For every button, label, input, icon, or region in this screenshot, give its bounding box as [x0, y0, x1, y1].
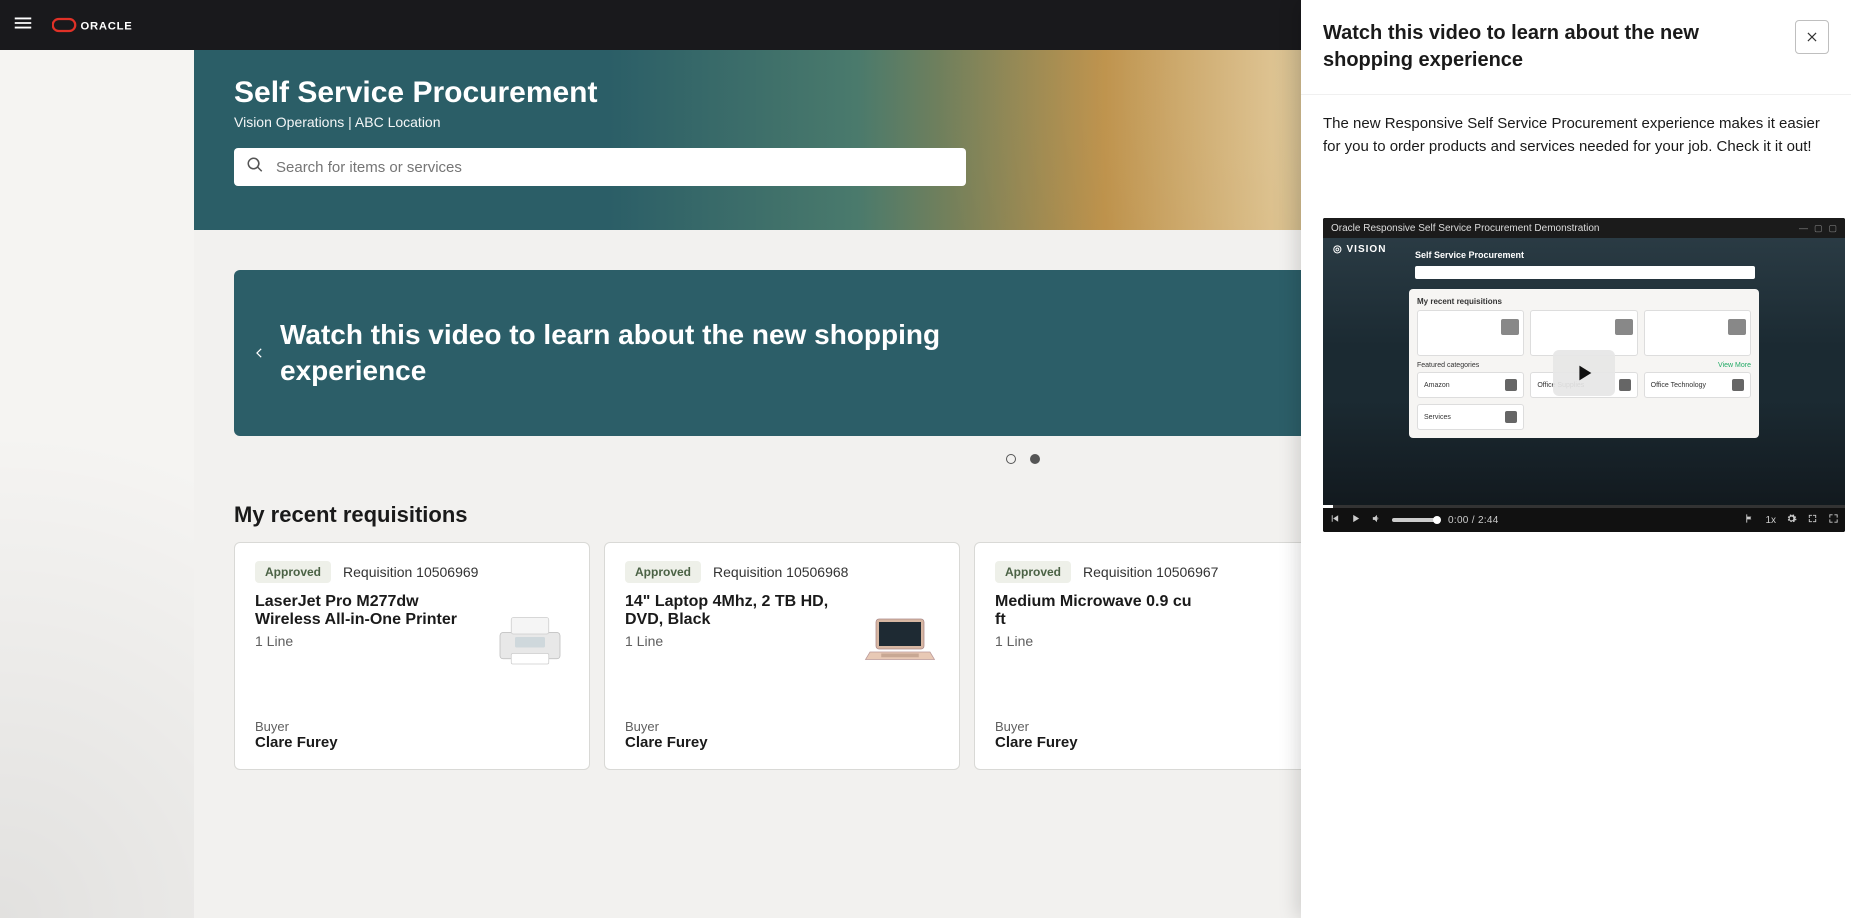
buyer-label: Buyer	[625, 719, 939, 734]
video-play-pause-button[interactable]	[1350, 513, 1361, 527]
panel-close-button[interactable]	[1795, 20, 1829, 54]
video-window-buttons: —▢▢	[1799, 223, 1837, 234]
video-flag-button[interactable]	[1744, 513, 1755, 527]
oracle-logo: ORACLE	[52, 16, 142, 34]
requisition-card[interactable]: Approved Requisition 10506969 LaserJet P…	[234, 542, 590, 770]
status-badge: Approved	[995, 561, 1071, 583]
requisition-thumbnail	[859, 601, 941, 679]
video-theater-button[interactable]	[1807, 513, 1818, 527]
expand-icon	[1807, 513, 1818, 524]
video-time-current: 0:00	[1448, 515, 1469, 526]
gear-icon	[1786, 513, 1797, 524]
menu-icon[interactable]	[12, 12, 34, 39]
video-play-overlay[interactable]	[1323, 238, 1845, 508]
video-settings-button[interactable]	[1786, 513, 1797, 527]
search-input[interactable]	[274, 158, 954, 177]
left-nav-strip	[0, 50, 194, 918]
requisition-title: LaserJet Pro M277dw Wireless All-in-One …	[255, 593, 460, 629]
requisition-title: 14" Laptop 4Mhz, 2 TB HD, DVD, Black	[625, 593, 830, 629]
panel-header: Watch this video to learn about the new …	[1301, 0, 1851, 94]
buyer-label: Buyer	[255, 719, 569, 734]
video-seek-bar[interactable]	[1323, 505, 1845, 508]
carousel-dot[interactable]	[1006, 454, 1016, 464]
panel-body: The new Responsive Self Service Procurem…	[1301, 94, 1851, 554]
requisition-id: Requisition 10506967	[1083, 564, 1218, 580]
video-mute-button[interactable]	[1371, 513, 1382, 527]
requisition-id: Requisition 10506969	[343, 564, 478, 580]
video-window-title: Oracle Responsive Self Service Procureme…	[1331, 223, 1599, 234]
chevron-left-icon	[252, 346, 266, 360]
buyer-name: Clare Furey	[255, 734, 569, 751]
volume-icon	[1371, 513, 1382, 524]
carousel-prev[interactable]	[246, 340, 272, 366]
close-icon	[1805, 30, 1819, 44]
play-icon	[1573, 362, 1595, 384]
video-side-panel: Watch this video to learn about the new …	[1301, 0, 1851, 918]
video-speed[interactable]: 1x	[1765, 515, 1776, 526]
requisition-card[interactable]: Approved Requisition 10506968 14" Laptop…	[604, 542, 960, 770]
fullscreen-icon	[1828, 513, 1839, 524]
flag-icon	[1744, 513, 1755, 524]
video-time-total: 2:44	[1478, 515, 1499, 526]
requisition-card[interactable]: Approved Requisition 10506967 Medium Mic…	[974, 542, 1330, 770]
video-canvas: ◎ VISION Self Service Procurement My rec…	[1323, 238, 1845, 508]
search-bar[interactable]	[234, 148, 966, 186]
video-play-button[interactable]	[1553, 350, 1615, 396]
video-player[interactable]: Oracle Responsive Self Service Procureme…	[1323, 218, 1845, 532]
svg-text:ORACLE: ORACLE	[81, 21, 133, 33]
announcement-text: Watch this video to learn about the new …	[280, 317, 1040, 390]
buyer-label: Buyer	[995, 719, 1309, 734]
video-window-titlebar: Oracle Responsive Self Service Procureme…	[1323, 218, 1845, 238]
panel-title: Watch this video to learn about the new …	[1323, 20, 1783, 74]
requisition-thumbnail	[489, 601, 571, 679]
video-volume-slider[interactable]	[1392, 518, 1438, 522]
requisition-id: Requisition 10506968	[713, 564, 848, 580]
video-prev-button[interactable]	[1329, 513, 1340, 527]
carousel-dot[interactable]	[1030, 454, 1040, 464]
panel-description: The new Responsive Self Service Procurem…	[1323, 95, 1829, 158]
video-controls: 0:00 / 2:44 1x	[1323, 508, 1845, 532]
status-badge: Approved	[625, 561, 701, 583]
requisition-thumbnail	[1229, 601, 1311, 679]
buyer-name: Clare Furey	[995, 734, 1309, 751]
video-time: 0:00 / 2:44	[1448, 515, 1499, 526]
video-fullscreen-button[interactable]	[1828, 513, 1839, 527]
search-icon	[246, 156, 264, 179]
requisition-title: Medium Microwave 0.9 cu ft	[995, 593, 1200, 629]
status-badge: Approved	[255, 561, 331, 583]
buyer-name: Clare Furey	[625, 734, 939, 751]
